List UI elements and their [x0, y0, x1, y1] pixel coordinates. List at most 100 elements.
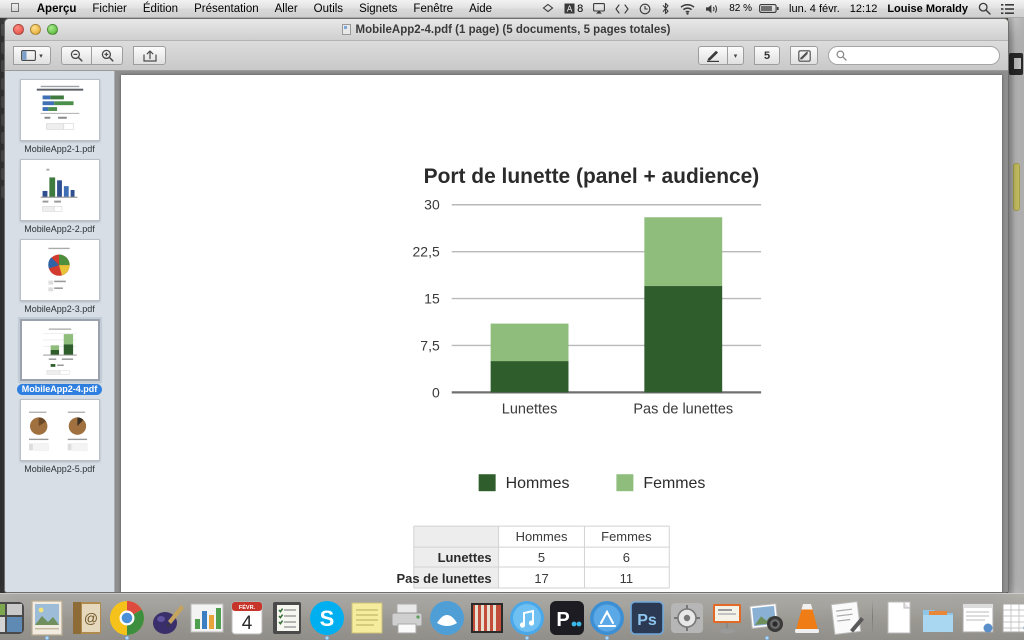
openoffice-icon[interactable] [428, 599, 466, 637]
search-icon[interactable] [973, 2, 996, 15]
y-tick-label: 30 [424, 197, 440, 213]
skype-icon[interactable]: S [308, 599, 346, 640]
spreadsheet-window-icon[interactable] [999, 599, 1024, 637]
menu-item-edition[interactable]: Édition [135, 3, 186, 15]
sidebar-toggle-group: ▾ [13, 46, 51, 65]
bar-pas-de-lunettes-femmes [644, 217, 723, 287]
notes-icon[interactable] [348, 599, 386, 637]
document-stack-icon[interactable] [879, 599, 917, 637]
reminders-icon[interactable] [268, 599, 306, 637]
dropbox-icon[interactable] [537, 3, 559, 15]
keynote-icon[interactable] [468, 599, 506, 637]
presentation-icon[interactable] [708, 599, 746, 637]
thumbnail-preview[interactable] [19, 239, 100, 301]
chart-bars [490, 217, 723, 393]
minimize-button[interactable] [30, 24, 41, 35]
thumbnail-item-4[interactable]: MobileApp2-4.pdf [10, 319, 110, 395]
highlight-button[interactable] [790, 46, 818, 65]
pdf-page-area[interactable]: Port de lunette (panel + audience) 30 22… [115, 71, 1008, 592]
menu-item-aide[interactable]: Aide [461, 3, 500, 15]
airplay-icon[interactable] [588, 3, 610, 14]
svg-text:FÉVR.: FÉVR. [238, 603, 255, 611]
ink-icon[interactable] [148, 599, 186, 637]
contacts-icon[interactable]: @ [68, 599, 106, 637]
menubar-time[interactable]: 12:12 [845, 3, 883, 15]
menu-item-signets[interactable]: Signets [351, 3, 405, 15]
vlc-icon[interactable] [788, 599, 826, 637]
notification-center-icon[interactable] [996, 3, 1019, 15]
app-badge-icon[interactable]: A 8 [559, 3, 588, 15]
volume-icon[interactable] [700, 3, 724, 15]
itunes-icon[interactable] [508, 599, 546, 640]
calendar-icon[interactable]: FÉVR. 4 [228, 599, 266, 637]
window-titlebar[interactable]: MobileApp2-4.pdf (1 page) (5 documents, … [5, 19, 1008, 41]
thumbnail-preview[interactable] [19, 399, 100, 461]
share-group [133, 46, 166, 65]
printer-icon[interactable] [388, 599, 426, 637]
table-row-header: Lunettes [438, 550, 492, 565]
app-badge-count: 8 [577, 2, 584, 15]
thumbnail-preview[interactable] [19, 79, 100, 141]
table-row-header: Pas de lunettes [396, 571, 491, 586]
thumbnail-item-2[interactable]: MobileApp2-2.pdf [10, 159, 110, 235]
thumbnail-preview[interactable] [19, 159, 100, 221]
thumbnail-sidebar[interactable]: MobileApp2-1.pdf MobileApp2-2.pdf Mobile… [5, 71, 115, 592]
menubar-user[interactable]: Louise Moraldy [882, 3, 973, 15]
menu-item-apercu[interactable]: Aperçu [29, 3, 85, 15]
menu-item-outils[interactable]: Outils [306, 3, 351, 15]
svg-text:@: @ [83, 610, 97, 626]
table-column-header: Hommes [516, 529, 568, 544]
scrollbar-thumb[interactable] [1013, 163, 1020, 211]
share-button[interactable] [133, 46, 166, 65]
zoom-out-button[interactable] [61, 46, 92, 65]
app-store-icon[interactable] [588, 599, 626, 640]
photoshop-icon[interactable]: Ps [628, 599, 666, 637]
search-input[interactable] [828, 46, 1000, 65]
close-button[interactable] [13, 24, 24, 35]
preview-icon[interactable] [28, 599, 66, 640]
chart-title: Port de lunette (panel + audience) [424, 165, 760, 188]
menu-item-fichier[interactable]: Fichier [84, 3, 135, 15]
mission-control-icon[interactable] [0, 599, 26, 637]
battery-icon[interactable] [757, 3, 784, 14]
menu-item-presentation[interactable]: Présentation [186, 3, 267, 15]
numbers-icon[interactable] [188, 599, 226, 637]
table-cell: 5 [538, 550, 545, 565]
document-window-icon[interactable] [959, 599, 997, 637]
two-pie-chart-thumbnail [20, 400, 99, 460]
thumbnail-item-1[interactable]: MobileApp2-1.pdf [10, 79, 110, 155]
thumbnail-label: MobileApp2-3.pdf [24, 304, 95, 314]
textedit-icon[interactable] [828, 599, 866, 637]
menu-item-aller[interactable]: Aller [267, 3, 306, 15]
page-number-button[interactable]: 5 [754, 46, 780, 65]
pen-dropdown-button[interactable]: ▾ [728, 46, 744, 65]
thumbnail-item-3[interactable]: MobileApp2-3.pdf [10, 239, 110, 315]
svg-text:4: 4 [241, 613, 252, 634]
data-table: Hommes Femmes Lunettes 5 6 Pas de lunett… [396, 525, 670, 589]
pen-button[interactable] [698, 46, 728, 65]
zoom-in-button[interactable] [92, 46, 123, 65]
shortcut-arrows-icon[interactable] [610, 3, 634, 14]
iphoto-icon[interactable] [748, 599, 786, 640]
system-preferences-icon[interactable] [668, 599, 706, 637]
menubar-date[interactable]: lun. 4 févr. [784, 3, 845, 15]
apple-logo-icon[interactable]:  [0, 1, 29, 14]
thumbnail-item-5[interactable]: MobileApp2-5.pdf [10, 399, 110, 475]
wifi-icon[interactable] [675, 3, 700, 15]
chrome-icon[interactable] [108, 599, 146, 640]
sidebar-toggle-button[interactable]: ▾ [13, 46, 51, 65]
time-machine-icon[interactable] [634, 3, 656, 15]
background-window-scrollbar[interactable] [1008, 18, 1024, 593]
menu-item-fenetre[interactable]: Fenêtre [405, 3, 461, 15]
bluetooth-icon[interactable] [656, 2, 675, 15]
thumbnail-label: MobileApp2-2.pdf [24, 224, 95, 234]
preview-window: MobileApp2-4.pdf (1 page) (5 documents, … [4, 18, 1009, 593]
prezi-icon[interactable]: P [548, 599, 586, 637]
thumbnail-preview[interactable] [19, 319, 100, 381]
battery-percent: 82 % [729, 3, 753, 14]
dock-separator [871, 599, 873, 635]
zoom-button[interactable] [47, 24, 58, 35]
chevron-down-icon: ▾ [39, 52, 43, 60]
downloads-folder-icon[interactable] [919, 599, 957, 637]
y-tick-label: 7,5 [420, 337, 440, 353]
